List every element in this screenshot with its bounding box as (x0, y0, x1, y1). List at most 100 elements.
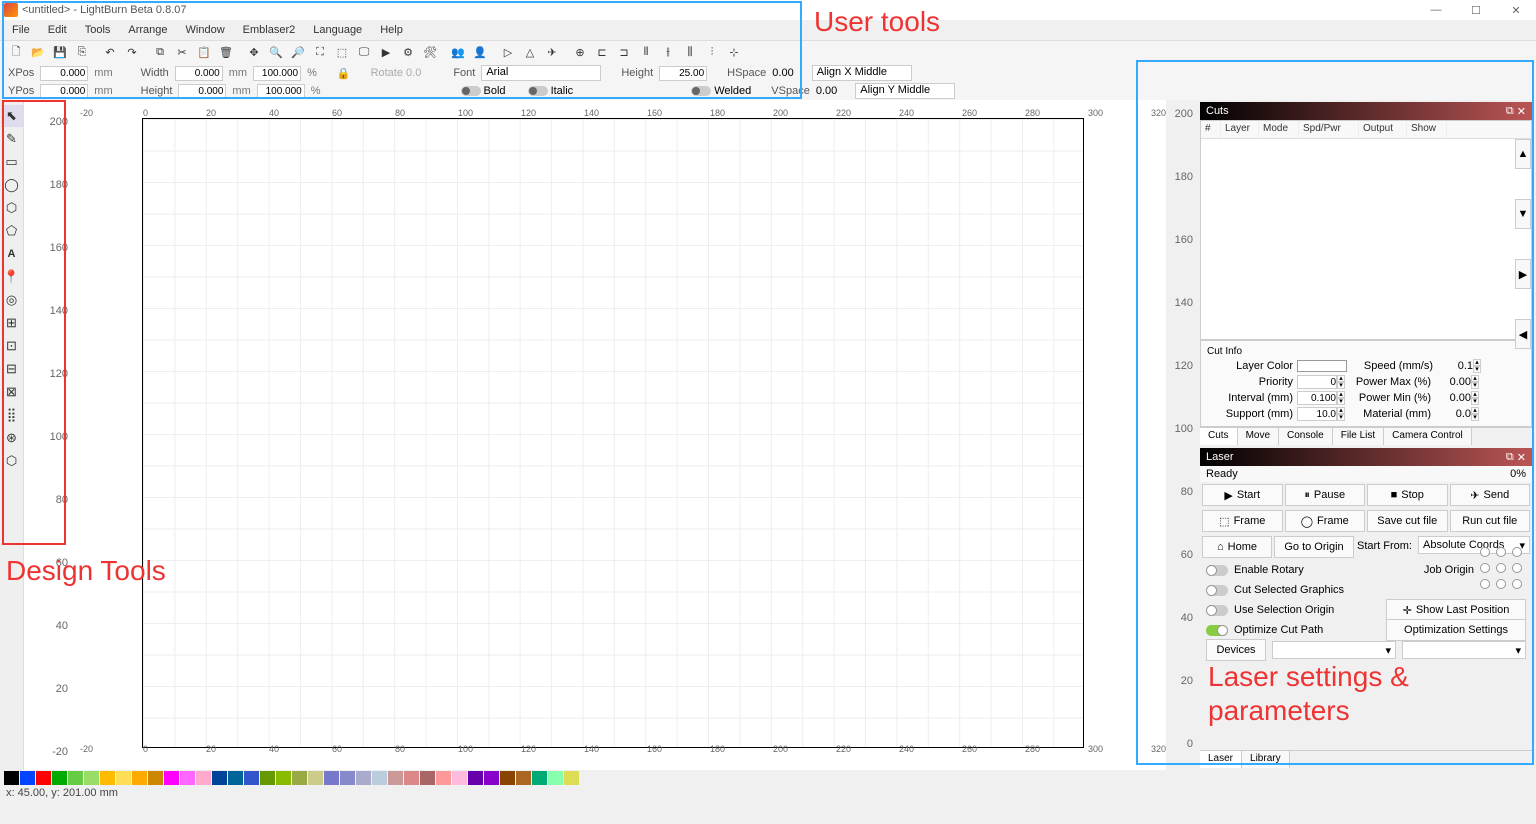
color-swatch[interactable] (292, 771, 307, 785)
redo-icon[interactable]: ↷ (122, 43, 142, 63)
priority-input[interactable] (1297, 375, 1337, 389)
panel-close-icon[interactable]: ✕ (1517, 105, 1526, 118)
minimize-button[interactable]: — (1416, 0, 1456, 20)
home-button[interactable]: ⌂Home (1202, 536, 1272, 558)
color-swatch[interactable] (308, 771, 323, 785)
cuts-col-layer[interactable]: Layer (1221, 121, 1259, 138)
font-select[interactable]: Arial (481, 65, 601, 81)
settings-icon[interactable]: ⚙ (398, 43, 418, 63)
paste-icon[interactable]: 📋 (194, 43, 214, 63)
cutsel-toggle[interactable] (1206, 585, 1228, 596)
color-swatch[interactable] (532, 771, 547, 785)
canvas-area[interactable]: 20018016014012010080604020-20 -200204060… (24, 100, 1166, 770)
start-button[interactable]: ▶Start (1202, 484, 1283, 506)
color-swatch[interactable] (452, 771, 467, 785)
preview-icon[interactable]: ▶ (376, 43, 396, 63)
close-button[interactable]: ✕ (1496, 0, 1536, 20)
menu-file[interactable]: File (4, 22, 38, 38)
color-swatch[interactable] (244, 771, 259, 785)
menu-help[interactable]: Help (372, 22, 411, 38)
color-swatch[interactable] (436, 771, 451, 785)
layer-up-icon[interactable]: ▲ (1515, 139, 1531, 169)
spacing-icon[interactable]: ⊹ (724, 43, 744, 63)
interval-stepper[interactable]: ▴▾ (1337, 391, 1345, 405)
color-swatch[interactable] (324, 771, 339, 785)
color-swatch[interactable] (388, 771, 403, 785)
welded-toggle[interactable] (691, 86, 711, 96)
devicesettings-icon[interactable]: 🛠 (420, 43, 440, 63)
ungroup-icon[interactable]: 👤 (470, 43, 490, 63)
support-input[interactable] (1297, 407, 1337, 421)
color-swatch[interactable] (52, 771, 67, 785)
menu-emblaser2[interactable]: Emblaser2 (235, 22, 304, 38)
go-origin-button[interactable]: Go to Origin (1274, 536, 1354, 558)
width-pct-input[interactable] (253, 66, 301, 81)
save-icon[interactable]: 💾 (50, 43, 70, 63)
color-swatch[interactable] (260, 771, 275, 785)
width-input[interactable] (175, 66, 223, 81)
color-swatch[interactable] (516, 771, 531, 785)
tab-laser[interactable]: Laser (1200, 751, 1242, 768)
color-swatch[interactable] (164, 771, 179, 785)
layer-left-icon[interactable]: ◀ (1515, 319, 1531, 349)
copy-icon[interactable]: ⧉ (150, 43, 170, 63)
color-swatch[interactable] (420, 771, 435, 785)
color-swatch[interactable] (196, 771, 211, 785)
save-cut-button[interactable]: Save cut file (1367, 510, 1448, 532)
cuts-col-#[interactable]: # (1201, 121, 1221, 138)
panel-close-icon[interactable]: ✕ (1517, 451, 1526, 464)
color-swatch[interactable] (468, 771, 483, 785)
color-swatch[interactable] (372, 771, 387, 785)
cut-icon[interactable]: ✂ (172, 43, 192, 63)
xpos-input[interactable] (40, 66, 88, 81)
support-stepper[interactable]: ▴▾ (1337, 407, 1345, 421)
usesel-toggle[interactable] (1206, 605, 1228, 616)
height-input[interactable] (178, 84, 226, 99)
draw-line-icon[interactable]: ✎ (1, 128, 23, 150)
layer-right-icon[interactable]: ▶ (1515, 259, 1531, 289)
path-tool-icon[interactable]: ⬡ (1, 450, 23, 472)
port-select[interactable]: ▾ (1402, 641, 1526, 659)
array-tool-icon[interactable]: ⣿ (1, 404, 23, 426)
color-swatch[interactable] (20, 771, 35, 785)
color-swatch[interactable] (484, 771, 499, 785)
color-swatch[interactable] (548, 771, 563, 785)
color-swatch[interactable] (404, 771, 419, 785)
frame-sel-icon[interactable]: ⬚ (332, 43, 352, 63)
color-swatch[interactable] (228, 771, 243, 785)
align-hcenter-icon[interactable]: ⫲ (658, 43, 678, 63)
menu-window[interactable]: Window (178, 22, 233, 38)
color-swatch[interactable] (116, 771, 131, 785)
tab-cuts[interactable]: Cuts (1200, 428, 1238, 445)
boolean3-tool-icon[interactable]: ⊠ (1, 381, 23, 403)
arrange-tool-icon[interactable]: ⊛ (1, 427, 23, 449)
color-swatch[interactable] (564, 771, 579, 785)
offset-tool-icon[interactable]: ◎ (1, 289, 23, 311)
color-swatch[interactable] (276, 771, 291, 785)
undock-icon[interactable]: ⧉ (1506, 451, 1514, 464)
cuts-col-show[interactable]: Show (1407, 121, 1447, 138)
alignx-select[interactable]: Align X Middle (812, 65, 912, 81)
pmax-stepper[interactable]: ▴▾ (1471, 375, 1479, 389)
color-swatch[interactable] (148, 771, 163, 785)
stop-button[interactable]: ■Stop (1367, 484, 1448, 506)
maximize-button[interactable]: ☐ (1456, 0, 1496, 20)
color-swatch[interactable] (84, 771, 99, 785)
tab-camera-control[interactable]: Camera Control (1384, 428, 1472, 445)
material-stepper[interactable]: ▴▾ (1471, 407, 1479, 421)
cuts-col-output[interactable]: Output (1359, 121, 1407, 138)
cuts-col-mode[interactable]: Mode (1259, 121, 1299, 138)
group-icon[interactable]: 👥 (448, 43, 468, 63)
align-center-icon[interactable]: ⊕ (570, 43, 590, 63)
show-last-button[interactable]: ✛Show Last Position (1386, 599, 1526, 621)
zoomin-icon[interactable]: 🔍 (266, 43, 286, 63)
job-origin-grid[interactable] (1480, 547, 1526, 593)
zoomfit-icon[interactable]: ⛶ (310, 43, 330, 63)
dist-v-icon[interactable]: ⫶ (702, 43, 722, 63)
menu-arrange[interactable]: Arrange (120, 22, 175, 38)
height-pct-input[interactable] (257, 84, 305, 99)
marker-tool-icon[interactable]: 📍 (1, 266, 23, 288)
device-select[interactable]: ▾ (1272, 641, 1396, 659)
zoomout-icon[interactable]: 🔎 (288, 43, 308, 63)
frame-button[interactable]: ⬚Frame (1202, 510, 1283, 532)
